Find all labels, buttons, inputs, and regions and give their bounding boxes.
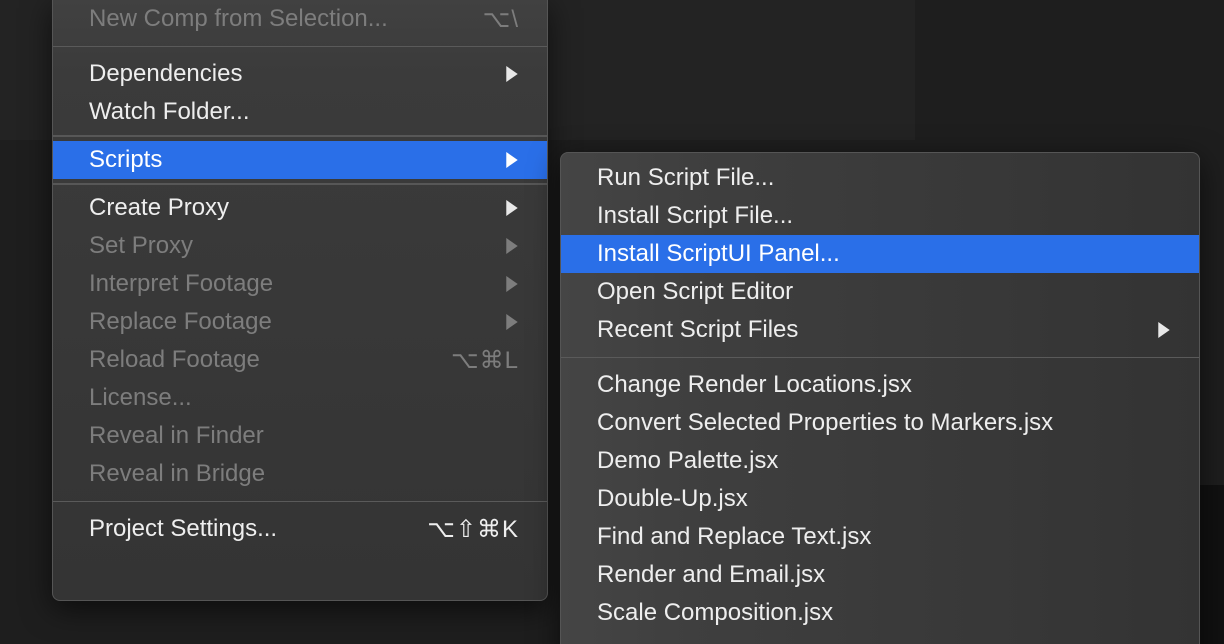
menu-item-label: Dependencies <box>89 60 242 88</box>
submenu-item-recent-script-files[interactable]: Recent Script Files <box>561 311 1199 349</box>
menu-item-label: Create Proxy <box>89 194 229 222</box>
submenu-script-list-item[interactable]: Find and Replace Text.jsx <box>561 518 1199 556</box>
menu-item-label: Run Script File... <box>597 164 774 192</box>
menu-item-label: Reveal in Finder <box>89 422 264 450</box>
menu-item-label: Interpret Footage <box>89 270 273 298</box>
menu-item-label: Demo Palette.jsx <box>597 447 778 475</box>
menu-item-license: License... <box>53 379 547 417</box>
menu-item-watch-folder[interactable]: Watch Folder... <box>53 93 547 131</box>
menu-item-label: Reload Footage <box>89 346 260 374</box>
menu-item-label: Replace Footage <box>89 308 272 336</box>
menu-item-label: Recent Script Files <box>597 316 798 344</box>
submenu-arrow-icon <box>1157 321 1171 339</box>
menu-item-dependencies[interactable]: Dependencies <box>53 55 547 93</box>
submenu-arrow-icon <box>505 199 519 217</box>
submenu-script-list-item[interactable]: Demo Palette.jsx <box>561 442 1199 480</box>
menu-item-label: Project Settings... <box>89 515 277 543</box>
menu-item-new-comp-from-selection: New Comp from Selection... ⌥\ <box>53 0 547 38</box>
menu-separator <box>53 501 547 502</box>
menu-item-label: Install ScriptUI Panel... <box>597 240 840 268</box>
submenu-arrow-icon <box>505 275 519 293</box>
menu-separator <box>53 183 547 185</box>
submenu-arrow-icon <box>505 65 519 83</box>
menu-item-label: Reveal in Bridge <box>89 460 265 488</box>
menu-item-interpret-footage: Interpret Footage <box>53 265 547 303</box>
submenu-script-list-item[interactable]: Render and Email.jsx <box>561 556 1199 594</box>
menu-item-label: Double-Up.jsx <box>597 485 748 513</box>
submenu-script-list-item[interactable]: Scale Composition.jsx <box>561 594 1199 632</box>
menu-item-label: New Comp from Selection... <box>89 5 388 33</box>
submenu-item-install-scriptui-panel[interactable]: Install ScriptUI Panel... <box>561 235 1199 273</box>
submenu-item-open-script-editor[interactable]: Open Script Editor <box>561 273 1199 311</box>
submenu-script-list-item[interactable]: Change Render Locations.jsx <box>561 366 1199 404</box>
menu-separator <box>561 357 1199 358</box>
menu-item-label: Install Script File... <box>597 202 793 230</box>
menu-separator <box>53 135 547 137</box>
scripts-submenu: Run Script File... Install Script File..… <box>560 152 1200 644</box>
menu-item-label: Scripts <box>89 146 162 174</box>
menu-separator <box>53 46 547 47</box>
menu-item-label: Open Script Editor <box>597 278 793 306</box>
menu-item-reveal-in-finder: Reveal in Finder <box>53 417 547 455</box>
menu-item-shortcut: ⌥⌘L <box>451 346 519 375</box>
submenu-script-list-item[interactable]: Double-Up.jsx <box>561 480 1199 518</box>
menu-item-reveal-in-bridge: Reveal in Bridge <box>53 455 547 493</box>
menu-item-scripts[interactable]: Scripts <box>53 141 547 179</box>
menu-item-label: Set Proxy <box>89 232 193 260</box>
submenu-item-install-script-file[interactable]: Install Script File... <box>561 197 1199 235</box>
menu-item-shortcut: ⌥⇧⌘K <box>427 515 519 544</box>
menu-item-label: Watch Folder... <box>89 98 250 126</box>
menu-item-set-proxy: Set Proxy <box>53 227 547 265</box>
submenu-arrow-icon <box>505 237 519 255</box>
menu-item-replace-footage: Replace Footage <box>53 303 547 341</box>
menu-item-create-proxy[interactable]: Create Proxy <box>53 189 547 227</box>
menu-item-label: Find and Replace Text.jsx <box>597 523 871 551</box>
submenu-arrow-icon <box>505 313 519 331</box>
menu-item-label: License... <box>89 384 192 412</box>
menu-item-project-settings[interactable]: Project Settings... ⌥⇧⌘K <box>53 510 547 548</box>
submenu-item-run-script-file[interactable]: Run Script File... <box>561 159 1199 197</box>
menu-item-label: Convert Selected Properties to Markers.j… <box>597 409 1053 437</box>
menu-item-label: Scale Composition.jsx <box>597 599 833 627</box>
menu-item-label: Change Render Locations.jsx <box>597 371 912 399</box>
submenu-arrow-icon <box>505 151 519 169</box>
menu-item-label: Render and Email.jsx <box>597 561 825 589</box>
menu-item-shortcut: ⌥\ <box>483 5 519 34</box>
menu-item-reload-footage: Reload Footage ⌥⌘L <box>53 341 547 379</box>
submenu-script-list-item[interactable]: Convert Selected Properties to Markers.j… <box>561 404 1199 442</box>
main-context-menu: New Comp from Selection... ⌥\ Dependenci… <box>52 0 548 601</box>
